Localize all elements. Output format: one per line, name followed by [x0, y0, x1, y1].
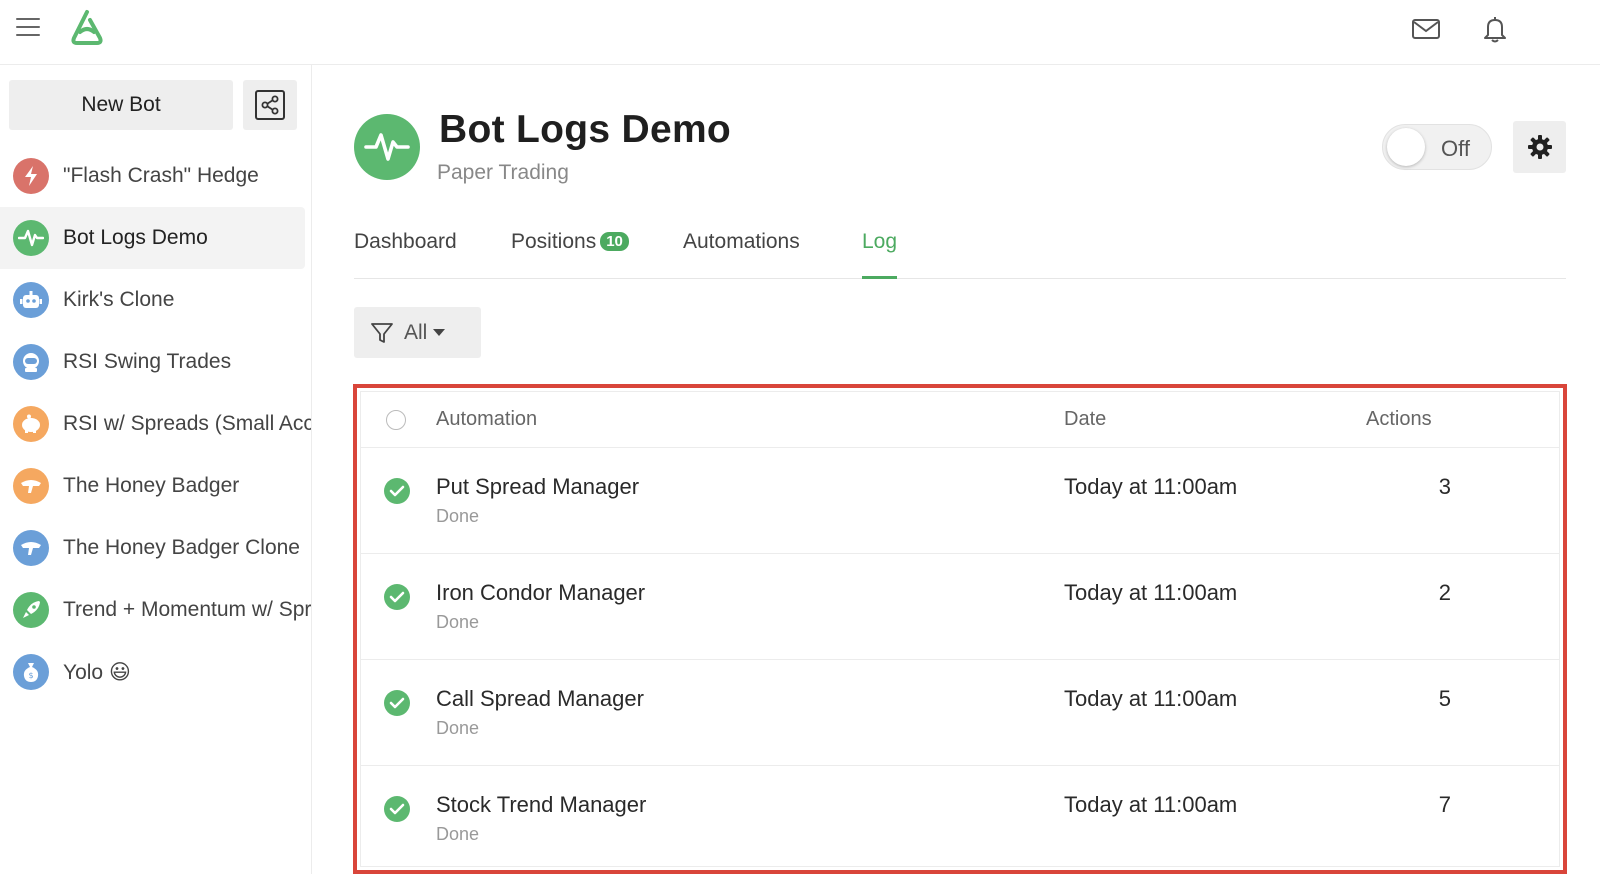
automation-date: Today at 11:00am	[1064, 792, 1238, 817]
tab-bar: Dashboard Positions 10 Automations Log	[354, 222, 1566, 279]
sidebar-item-rsi-spreads-small[interactable]: RSI w/ Spreads (Small Account)	[0, 393, 311, 455]
actions-count: 7	[1438, 792, 1451, 817]
tab-positions[interactable]: Positions 10	[511, 230, 629, 279]
log-table: Automation Date Actions Put Spread Manag…	[360, 391, 1560, 867]
sidebar-item-label: Bot Logs Demo	[63, 226, 208, 249]
automation-status: Done	[436, 824, 480, 844]
app-logo-icon[interactable]	[66, 8, 108, 48]
bell-icon[interactable]	[1480, 14, 1510, 44]
hamburger-icon[interactable]	[16, 18, 40, 38]
piggy-bank-icon	[13, 406, 49, 442]
select-all-radio[interactable]	[386, 410, 406, 430]
actions-count: 3	[1438, 474, 1451, 499]
top-bar	[0, 0, 1600, 65]
tab-label: Dashboard	[354, 230, 457, 253]
robot-icon	[13, 282, 49, 318]
sidebar-item-label: Kirk's Clone	[63, 288, 175, 311]
astronaut-icon	[13, 344, 49, 380]
automation-name: Iron Condor Manager	[436, 580, 646, 605]
filter-label: All	[404, 320, 428, 344]
share-button[interactable]	[243, 80, 297, 130]
toggle-knob	[1387, 128, 1425, 166]
actions-count: 2	[1438, 580, 1451, 605]
mail-icon[interactable]	[1411, 14, 1441, 44]
bot-on-off-toggle[interactable]: Off	[1382, 124, 1492, 170]
actions-count: 5	[1438, 686, 1451, 711]
new-bot-button[interactable]: New Bot	[9, 80, 233, 130]
page-subtitle: Paper Trading	[437, 161, 569, 184]
table-header: Automation Date Actions	[361, 392, 1559, 448]
table-row[interactable]: Stock Trend Manager Done Today at 11:00a…	[361, 766, 1559, 866]
table-row[interactable]: Call Spread Manager Done Today at 11:00a…	[361, 660, 1559, 766]
automation-date: Today at 11:00am	[1064, 474, 1238, 499]
sidebar: New Bot "Flash Crash" Hedge Bot Logs Dem…	[0, 65, 312, 874]
tab-automations[interactable]: Automations	[683, 230, 800, 279]
sidebar-item-kirks-clone[interactable]: Kirk's Clone	[0, 269, 311, 331]
positions-count-badge: 10	[600, 232, 629, 251]
chevron-down-icon	[433, 329, 446, 336]
sidebar-item-label: RSI w/ Spreads (Small Account)	[63, 412, 311, 435]
column-header-automation[interactable]: Automation	[436, 408, 537, 431]
money-bag-icon: $	[13, 654, 49, 690]
sidebar-item-label: RSI Swing Trades	[63, 350, 232, 373]
badger-icon	[13, 468, 49, 504]
automation-date: Today at 11:00am	[1064, 686, 1238, 711]
sidebar-item-trend-momentum[interactable]: Trend + Momentum w/ Spreads	[0, 579, 312, 641]
lightning-icon	[13, 158, 49, 194]
check-circle-icon	[384, 690, 410, 716]
sidebar-item-yolo[interactable]: $ Yolo 😃	[0, 641, 311, 703]
gear-icon	[1527, 135, 1552, 159]
column-header-actions[interactable]: Actions	[1366, 408, 1432, 431]
table-row[interactable]: Iron Condor Manager Done Today at 11:00a…	[361, 554, 1559, 660]
settings-button[interactable]	[1513, 121, 1566, 173]
tab-label: Automations	[683, 230, 800, 253]
automation-status: Done	[436, 506, 480, 526]
automation-name: Call Spread Manager	[436, 686, 644, 711]
sidebar-item-label: Trend + Momentum w/ Spreads	[63, 598, 312, 621]
tab-label: Positions	[511, 230, 597, 253]
sidebar-item-label: The Honey Badger Clone	[63, 536, 300, 559]
check-circle-icon	[384, 796, 410, 822]
sidebar-item-label: "Flash Crash" Hedge	[63, 164, 259, 187]
pulse-icon	[354, 114, 420, 180]
filter-dropdown[interactable]: All	[354, 307, 481, 358]
page-title: Bot Logs Demo	[439, 108, 732, 151]
automation-status: Done	[436, 718, 480, 738]
automation-date: Today at 11:00am	[1064, 580, 1238, 605]
bot-list: "Flash Crash" Hedge Bot Logs Demo Kirk's…	[0, 145, 312, 703]
tab-dashboard[interactable]: Dashboard	[354, 230, 457, 279]
pulse-icon	[13, 220, 49, 256]
table-row[interactable]: Put Spread Manager Done Today at 11:00am…	[361, 448, 1559, 554]
badger-icon	[13, 530, 49, 566]
rocket-icon	[13, 592, 49, 628]
toggle-label: Off	[1441, 136, 1470, 161]
log-table-highlight: Automation Date Actions Put Spread Manag…	[353, 384, 1567, 874]
check-circle-icon	[384, 584, 410, 610]
sidebar-item-honey-badger[interactable]: The Honey Badger	[0, 455, 311, 517]
share-icon	[255, 90, 285, 120]
sidebar-item-label: Yolo 😃	[63, 660, 131, 684]
check-circle-icon	[384, 478, 410, 504]
automation-status: Done	[436, 612, 480, 632]
filter-icon	[371, 322, 393, 343]
tab-label: Log	[862, 230, 898, 253]
svg-text:$: $	[28, 671, 33, 680]
sidebar-item-flash-crash-hedge[interactable]: "Flash Crash" Hedge	[0, 145, 311, 207]
sidebar-item-bot-logs-demo[interactable]: Bot Logs Demo	[0, 207, 305, 269]
automation-name: Put Spread Manager	[436, 474, 640, 499]
sidebar-item-rsi-swing-trades[interactable]: RSI Swing Trades	[0, 331, 311, 393]
sidebar-item-label: The Honey Badger	[63, 474, 240, 497]
automation-name: Stock Trend Manager	[436, 792, 647, 817]
tab-log[interactable]: Log	[862, 230, 898, 279]
sidebar-item-honey-badger-clone[interactable]: The Honey Badger Clone	[0, 517, 311, 579]
column-header-date[interactable]: Date	[1064, 408, 1106, 431]
